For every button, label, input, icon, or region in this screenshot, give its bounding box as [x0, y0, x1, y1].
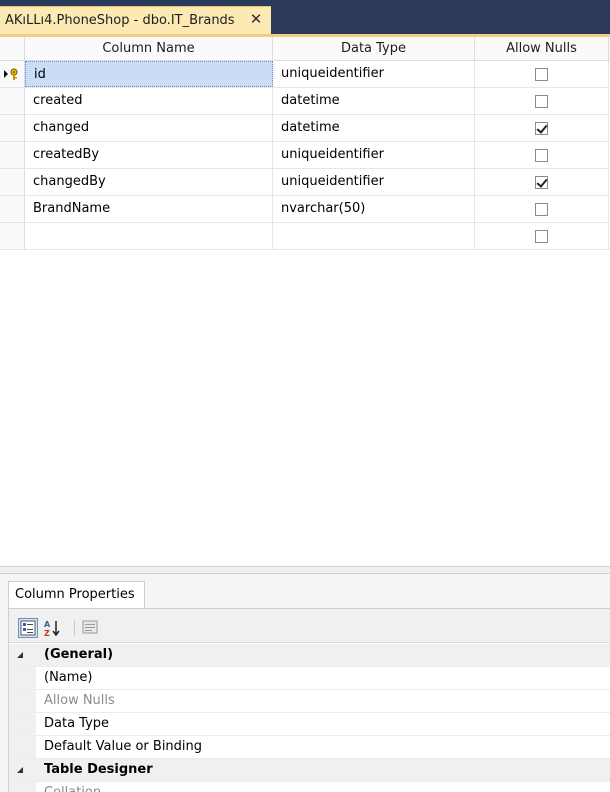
- property-label: Collation: [44, 782, 101, 792]
- column-name-cell[interactable]: BrandName: [25, 196, 273, 222]
- property-row[interactable]: (Name): [9, 667, 610, 690]
- row-selector-header: [0, 37, 25, 61]
- property-toolbar: A Z: [9, 609, 610, 643]
- table-row[interactable]: changed datetime: [0, 115, 610, 142]
- table-row[interactable]: created datetime: [0, 88, 610, 115]
- allow-nulls-checkbox[interactable]: [535, 122, 548, 135]
- table-row[interactable]: createdBy uniqueidentifier: [0, 142, 610, 169]
- data-type-cell[interactable]: [273, 223, 475, 249]
- column-name-cell[interactable]: changedBy: [25, 169, 273, 195]
- close-icon[interactable]: ✕: [249, 12, 263, 27]
- property-row[interactable]: Data Type: [9, 713, 610, 736]
- data-type-cell[interactable]: uniqueidentifier: [273, 61, 475, 87]
- data-type-cell[interactable]: uniqueidentifier: [273, 169, 475, 195]
- allow-nulls-cell: [475, 169, 609, 195]
- allow-nulls-cell: [475, 115, 609, 141]
- data-type-cell[interactable]: uniqueidentifier: [273, 142, 475, 168]
- property-gutter: [9, 690, 36, 712]
- row-selector[interactable]: [0, 61, 25, 87]
- property-label: Table Designer: [44, 762, 153, 777]
- document-tab[interactable]: AKıLLı4.PhoneShop - dbo.IT_Brands ✕: [0, 6, 271, 34]
- allow-nulls-header: Allow Nulls: [475, 37, 609, 61]
- property-label: (General): [44, 647, 114, 662]
- primary-key-icon: [4, 68, 18, 80]
- row-selector[interactable]: [0, 169, 25, 195]
- allow-nulls-cell: [475, 196, 609, 222]
- grid-rows: id uniqueidentifier created datetime changed…: [0, 61, 610, 250]
- property-label: Data Type: [44, 716, 110, 731]
- allow-nulls-checkbox[interactable]: [535, 230, 548, 243]
- column-name-cell[interactable]: [25, 223, 273, 249]
- property-gutter: [9, 667, 36, 689]
- property-row[interactable]: Default Value or Binding: [9, 736, 610, 759]
- svg-text:Z: Z: [44, 629, 50, 638]
- row-selector[interactable]: [0, 223, 25, 249]
- allow-nulls-cell: [475, 61, 609, 87]
- table-row[interactable]: BrandName nvarchar(50): [0, 196, 610, 223]
- data-type-cell[interactable]: datetime: [273, 115, 475, 141]
- column-name-cell[interactable]: changed: [25, 115, 273, 141]
- property-pages-icon[interactable]: [81, 618, 101, 638]
- allow-nulls-checkbox[interactable]: [535, 68, 548, 81]
- property-label: (Name): [44, 670, 93, 685]
- data-type-header: Data Type: [273, 37, 475, 61]
- table-row[interactable]: changedBy uniqueidentifier: [0, 169, 610, 196]
- allow-nulls-cell: [475, 142, 609, 168]
- allow-nulls-cell: [475, 88, 609, 114]
- property-gutter: [9, 759, 36, 781]
- row-selector[interactable]: [0, 142, 25, 168]
- property-gutter: [9, 736, 36, 758]
- grid-header: Column Name Data Type Allow Nulls: [0, 37, 610, 61]
- property-gutter: [9, 713, 36, 735]
- column-name-cell[interactable]: id: [25, 61, 273, 87]
- allow-nulls-cell: [475, 223, 609, 249]
- collapse-icon[interactable]: [17, 652, 23, 658]
- property-category[interactable]: (General): [9, 644, 610, 667]
- tab-column-properties[interactable]: Column Properties: [8, 581, 145, 609]
- property-label: Allow Nulls: [44, 693, 115, 708]
- allow-nulls-checkbox[interactable]: [535, 95, 548, 108]
- toolbar-separator: [74, 620, 75, 636]
- column-name-cell[interactable]: createdBy: [25, 142, 273, 168]
- data-type-cell[interactable]: datetime: [273, 88, 475, 114]
- sort-az-icon[interactable]: A Z: [42, 618, 62, 638]
- allow-nulls-checkbox[interactable]: [535, 176, 548, 189]
- table-row[interactable]: [0, 223, 610, 250]
- table-designer-grid: Column Name Data Type Allow Nulls id uniq…: [0, 37, 610, 250]
- row-selector[interactable]: [0, 88, 25, 114]
- column-properties-panel: Column Properties A Z (General) (Name) A…: [0, 574, 610, 792]
- property-row[interactable]: Collation: [9, 782, 610, 792]
- row-selector[interactable]: [0, 196, 25, 222]
- property-row[interactable]: Allow Nulls: [9, 690, 610, 713]
- document-tab-title: AKıLLı4.PhoneShop - dbo.IT_Brands: [5, 13, 235, 28]
- table-row[interactable]: id uniqueidentifier: [0, 61, 610, 88]
- allow-nulls-checkbox[interactable]: [535, 203, 548, 216]
- row-selector[interactable]: [0, 115, 25, 141]
- panel-splitter[interactable]: [0, 566, 610, 574]
- property-gutter: [9, 644, 36, 666]
- property-grid: A Z (General) (Name) Allow Nulls Data Type D…: [8, 608, 610, 792]
- document-tabstrip: AKıLLı4.PhoneShop - dbo.IT_Brands ✕: [0, 0, 610, 34]
- svg-text:A: A: [44, 620, 51, 629]
- property-category[interactable]: Table Designer: [9, 759, 610, 782]
- column-name-cell[interactable]: created: [25, 88, 273, 114]
- property-label: Default Value or Binding: [44, 739, 203, 754]
- collapse-icon[interactable]: [17, 767, 23, 773]
- categorized-icon[interactable]: [18, 618, 38, 638]
- allow-nulls-checkbox[interactable]: [535, 149, 548, 162]
- data-type-cell[interactable]: nvarchar(50): [273, 196, 475, 222]
- property-gutter: [9, 782, 36, 792]
- column-name-header: Column Name: [25, 37, 273, 61]
